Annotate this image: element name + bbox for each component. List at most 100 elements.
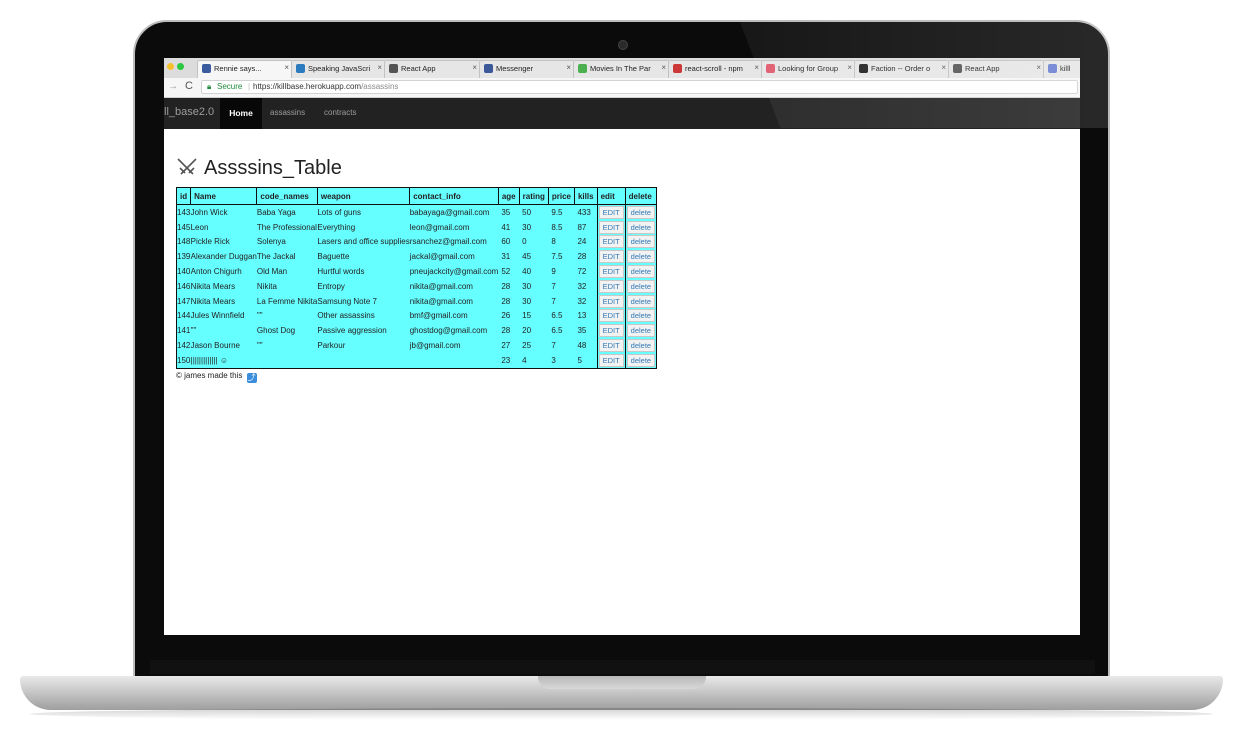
close-tab-icon[interactable]: × (566, 63, 571, 72)
close-tab-icon[interactable]: × (377, 63, 382, 72)
edit-button[interactable]: EDIT (598, 250, 624, 264)
delete-button[interactable]: delete (626, 279, 656, 293)
edit-button[interactable]: EDIT (598, 235, 624, 249)
react-icon (953, 64, 962, 73)
browser-tab[interactable]: React App × (384, 60, 481, 78)
browser-tab[interactable]: Faction -- Order o × (854, 60, 950, 78)
close-tab-icon[interactable]: × (472, 63, 477, 72)
edit-button[interactable]: EDIT (598, 279, 624, 293)
browser-tab-label: Movies In The Par (590, 64, 651, 73)
reload-icon[interactable]: C (185, 80, 193, 92)
delete-button[interactable]: delete (626, 265, 656, 279)
browser-tab[interactable]: react-scroll - npm × (668, 60, 763, 78)
edit-button[interactable]: EDIT (598, 294, 624, 308)
delete-button[interactable]: delete (626, 339, 656, 353)
cell-age: 31 (501, 252, 511, 262)
delete-button[interactable]: delete (626, 205, 656, 219)
nav-assassins-link[interactable]: assassins (270, 108, 305, 117)
nav-contracts-link[interactable]: contracts (324, 108, 356, 117)
table-row: 146 Nikita Mears Nikita Entropy nikita@gmail… (177, 278, 657, 294)
delete-button[interactable]: delete (626, 250, 656, 264)
nav-home-link[interactable]: Home (220, 98, 262, 129)
forward-arrow-icon[interactable]: → (168, 81, 178, 92)
edit-button[interactable]: EDIT (598, 265, 624, 279)
cell-kills: 35 (577, 326, 587, 336)
delete-button[interactable]: delete (626, 324, 656, 338)
cell-contact (410, 353, 499, 368)
browser-tab-label: React App (401, 64, 436, 73)
assassins-table: id Name code_names weapon contact_info age rat… (175, 187, 658, 369)
cell-age: 26 (501, 311, 511, 321)
browser-tab[interactable]: killbas (1043, 60, 1080, 78)
cell-kills: 24 (577, 237, 587, 247)
column-header: price (547, 187, 575, 205)
cell-rating: 40 (522, 267, 532, 277)
table-row: 140 Anton Chigurh Old Man Hurtful words pneu… (177, 264, 657, 279)
footer-text: © james made this (176, 371, 243, 380)
cell-contact: ghostdog@gmail.com (409, 326, 488, 336)
edit-button[interactable]: EDIT (598, 220, 624, 234)
npm-icon (673, 64, 682, 73)
book-icon (296, 64, 305, 73)
close-tab-icon[interactable]: × (284, 63, 289, 72)
close-tab-icon[interactable]: × (941, 63, 946, 72)
delete-button[interactable]: delete (626, 353, 656, 367)
cell-age: 60 (501, 237, 511, 247)
url-field[interactable]: 🔒︎ Secure | https://killbase.herokuapp.c… (201, 80, 1078, 94)
cell-code (257, 353, 317, 368)
navbar-brand[interactable]: ll_base2.0 (164, 106, 214, 118)
minimize-button[interactable] (167, 63, 174, 70)
return-arrow-icon: ⤴ (246, 373, 257, 383)
edit-button[interactable]: EDIT (598, 353, 624, 367)
edit-button[interactable]: EDIT (598, 309, 624, 323)
cell-name: Alexander Duggan (190, 252, 257, 262)
cell-weapon: Samsung Note 7 (317, 296, 377, 306)
cell-id: 146 (177, 281, 191, 291)
laptop-bezel (150, 660, 1095, 674)
delete-button[interactable]: delete (626, 220, 656, 234)
browser-tab[interactable]: React App × (948, 60, 1045, 78)
cell-name: Jules Winnfield (190, 311, 245, 321)
cell-kills: 32 (577, 281, 587, 291)
page-footer: © james made this ⤴ (176, 371, 257, 383)
edit-button[interactable]: EDIT (598, 324, 624, 338)
table-header-row: id Name code_names weapon contact_info age rat… (175, 187, 658, 205)
cell-code: Nikita (256, 281, 277, 291)
edit-button[interactable]: EDIT (598, 205, 624, 219)
cell-delete: delete (624, 293, 657, 309)
cell-id: 150 (177, 355, 191, 365)
table-row: 148 Pickle Rick Solenya Lasers and office s… (177, 234, 657, 250)
table-row: 145 Leon The Professional Everything leon@gm… (177, 219, 657, 235)
delete-button[interactable]: delete (626, 294, 656, 308)
cell-rating: 30 (522, 296, 532, 306)
close-tab-icon[interactable]: × (754, 63, 759, 72)
browser-tab-label: killbas (1060, 64, 1070, 73)
browser-tab[interactable]: Speaking JavaScri × (291, 60, 386, 78)
cell-price: 8 (551, 237, 556, 247)
close-tab-icon[interactable]: × (847, 63, 852, 72)
browser-tab[interactable]: Rennie says... × (197, 60, 293, 78)
delete-button[interactable]: delete (626, 309, 656, 323)
cell-age: 28 (501, 326, 511, 336)
zoom-button[interactable] (177, 63, 184, 70)
cell-kills: 13 (577, 311, 587, 321)
close-tab-icon[interactable]: × (1036, 63, 1041, 72)
cell-price: 3 (551, 355, 556, 365)
close-tab-icon[interactable]: × (661, 63, 666, 72)
cell-code: The Jackal (256, 252, 296, 262)
react-icon (389, 64, 398, 73)
browser-tab[interactable]: Looking for Group × (761, 60, 856, 78)
browser-tab-label: Looking for Group (778, 64, 839, 73)
cell-age: 23 (501, 355, 511, 365)
address-bar: → C 🔒︎ Secure | https://killbase.herokua… (164, 78, 1080, 98)
edit-button[interactable]: EDIT (598, 339, 624, 353)
cell-price: 7 (551, 341, 556, 351)
cell-kills: 87 (577, 222, 587, 232)
browser-window: Rennie says... × Speaking JavaScri × React A… (164, 58, 1080, 635)
cell-name: "" (190, 326, 197, 336)
browser-tab[interactable]: Movies In The Par × (573, 60, 670, 78)
browser-tab[interactable]: Messenger × (479, 60, 575, 78)
cell-name: Nikita Mears (190, 296, 236, 306)
delete-button[interactable]: delete (626, 235, 656, 249)
cell-id: 144 (177, 311, 191, 321)
